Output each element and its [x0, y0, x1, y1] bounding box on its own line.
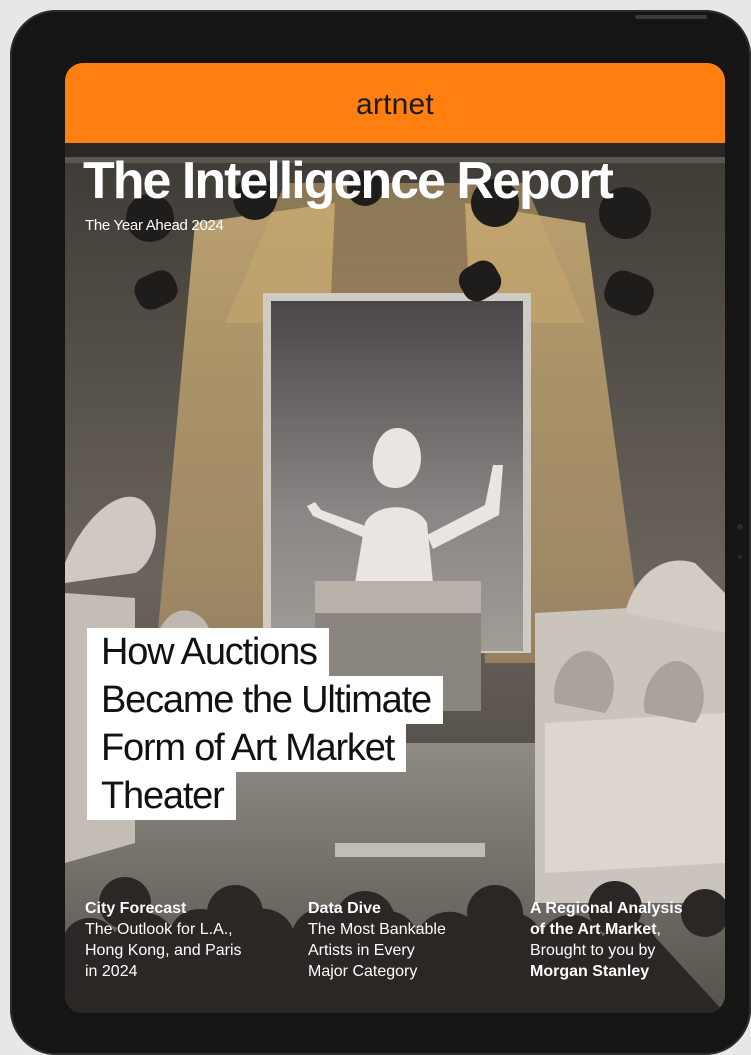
report-title: The Intelligence Report: [83, 152, 614, 210]
feature-title: City Forecast: [85, 900, 187, 917]
feature-line: Hong Kong, and Paris: [85, 942, 242, 959]
tablet-frame: artnet The Intelligence Report The Year …: [10, 10, 751, 1055]
feature-title: A Regional Analysis: [530, 900, 683, 917]
feature-line: in 2024: [85, 963, 138, 980]
report-subtitle: The Year Ahead 2024: [85, 217, 224, 234]
headline-line: Became the Ultimate: [87, 676, 443, 724]
side-sensor: [737, 524, 743, 530]
feature-line: Artists in Every: [308, 942, 415, 959]
screen: artnet The Intelligence Report The Year …: [65, 63, 725, 1013]
headline-line: Form of Art Market: [87, 724, 407, 772]
feature-line: Major Category: [308, 963, 418, 980]
power-button: [635, 15, 707, 19]
header-bar: artnet: [65, 63, 725, 143]
feature-line: The Outlook for L.A.,: [85, 921, 233, 938]
feature-punct: ,: [656, 921, 661, 938]
headline-line: How Auctions: [87, 628, 329, 676]
brand-logo[interactable]: artnet: [356, 88, 434, 122]
sponsor-name: Morgan Stanley: [530, 963, 650, 980]
headline-line: Theater: [87, 772, 236, 820]
cover-illustration: [65, 143, 725, 1013]
side-sensor-small: [738, 555, 742, 559]
feature-title: Data Dive: [308, 900, 381, 917]
feature-city-forecast[interactable]: City Forecast The Outlook for L.A., Hong…: [85, 898, 242, 982]
feature-line: Brought to you by: [530, 942, 656, 959]
feature-title-2: of the Art Market: [530, 921, 657, 938]
feature-line: The Most Bankable: [308, 921, 446, 938]
feature-regional-analysis[interactable]: A Regional Analysis of the Art Market, B…: [530, 898, 683, 982]
feature-data-dive[interactable]: Data Dive The Most Bankable Artists in E…: [308, 898, 446, 982]
cover-headline[interactable]: How Auctions Became the Ultimate Form of…: [87, 628, 443, 820]
